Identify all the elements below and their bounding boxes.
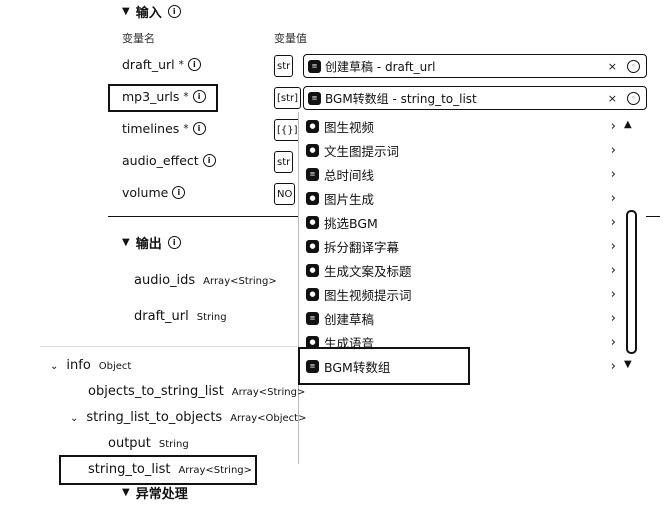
chevron-down-icon: ▼ bbox=[122, 487, 130, 498]
output-item-audio-ids: audio_ids Array<String> bbox=[134, 273, 277, 288]
info-icon: i bbox=[172, 186, 186, 199]
menu-item-total-timeline[interactable]: ≡ 总时间线 › bbox=[306, 164, 624, 184]
input-name-timelines: timelines * i bbox=[122, 121, 206, 136]
menu-item-image-to-video-prompt[interactable]: ● 图生视频提示词 › bbox=[306, 284, 624, 304]
chevron-right-icon: › bbox=[610, 262, 616, 278]
target-icon[interactable]: ◦ bbox=[627, 59, 640, 73]
node-logo-icon: ● bbox=[306, 143, 319, 157]
highlight-box-string-to-list bbox=[59, 455, 257, 485]
node-logo-icon: ≡ bbox=[308, 91, 321, 105]
menu-item-image-generation[interactable]: ● 图片生成 › bbox=[306, 188, 624, 208]
scrollbar-thumb[interactable] bbox=[626, 210, 637, 354]
chevron-right-icon: › bbox=[610, 358, 616, 374]
node-logo-icon: ● bbox=[306, 287, 319, 301]
type-select-audio-effect[interactable]: str bbox=[274, 151, 294, 173]
info-icon: i bbox=[202, 154, 216, 167]
node-logo-icon: ● bbox=[306, 239, 319, 253]
info-icon: i bbox=[167, 236, 181, 249]
highlight-box-bgm-to-array bbox=[298, 347, 470, 385]
column-header-value: 变量值 bbox=[274, 32, 307, 45]
panel-top-edge bbox=[40, 346, 298, 347]
info-icon: i bbox=[192, 122, 206, 135]
output-section-header[interactable]: ▼ 输出 i bbox=[122, 233, 181, 252]
column-header-name: 变量名 bbox=[122, 32, 155, 45]
code-logo-icon: ≡ bbox=[306, 167, 319, 181]
chevron-down-icon: ⌄ bbox=[50, 361, 59, 372]
node-logo-icon: ≡ bbox=[308, 59, 321, 73]
input-section-title: 输入 bbox=[135, 6, 162, 21]
node-logo-icon: ● bbox=[306, 191, 319, 205]
input-section-header[interactable]: ▼ 输入 i bbox=[122, 2, 181, 21]
type-select-mp3-urls[interactable]: [str] bbox=[274, 87, 302, 109]
section-divider bbox=[108, 216, 304, 217]
code-logo-icon: ≡ bbox=[306, 311, 319, 325]
info-icon: i bbox=[167, 5, 181, 18]
menu-item-pick-bgm[interactable]: ● 挑选BGM › bbox=[306, 212, 624, 232]
error-handling-section-header[interactable]: ▼ 异常处理 bbox=[122, 483, 188, 502]
type-select-timelines[interactable]: [{}] bbox=[274, 119, 301, 141]
type-select-draft-url[interactable]: str bbox=[274, 55, 294, 77]
input-name-volume: volume i bbox=[122, 185, 186, 200]
reference-field-draft-url[interactable]: ≡ 创建草稿 - draft_url × ◦ bbox=[303, 54, 647, 78]
node-logo-icon: ● bbox=[306, 119, 319, 133]
menu-item-create-draft[interactable]: ≡ 创建草稿 › bbox=[306, 308, 624, 328]
error-handling-title: 异常处理 bbox=[135, 487, 188, 502]
chevron-right-icon: › bbox=[610, 142, 616, 158]
chevron-right-icon: › bbox=[610, 214, 616, 230]
reference-field-mp3-urls[interactable]: ≡ BGM转数组 - string_to_list × ◦ bbox=[303, 86, 647, 110]
chevron-right-icon: › bbox=[610, 190, 616, 206]
menu-item-image-to-video[interactable]: ● 图生视频 › bbox=[306, 116, 624, 136]
chevron-right-icon: › bbox=[610, 166, 616, 182]
tree-node-output[interactable]: output String bbox=[108, 436, 189, 451]
target-icon[interactable]: ◦ bbox=[627, 91, 640, 105]
tree-node-objects-to-string-list[interactable]: objects_to_string_list Array<String> bbox=[88, 384, 305, 399]
type-select-volume[interactable]: NO bbox=[274, 183, 296, 205]
highlight-box-mp3-urls bbox=[108, 84, 218, 112]
node-logo-icon: ● bbox=[306, 263, 319, 277]
chevron-down-icon: ▼ bbox=[122, 237, 130, 248]
info-icon: i bbox=[187, 58, 201, 71]
tree-node-string-list-to-objects[interactable]: ⌄ string_list_to_objects Array<Object> bbox=[70, 410, 306, 425]
node-logo-icon: ● bbox=[306, 215, 319, 229]
chevron-down-icon: ▼ bbox=[122, 6, 130, 17]
menu-item-split-translate-subtitles[interactable]: ● 拆分翻译字幕 › bbox=[306, 236, 624, 256]
menu-item-generate-copy-and-title[interactable]: ● 生成文案及标题 › bbox=[306, 260, 624, 280]
input-name-draft-url: draft_url * i bbox=[122, 57, 201, 72]
scroll-up-icon[interactable]: ▲ bbox=[624, 119, 632, 130]
clear-icon[interactable]: × bbox=[608, 60, 617, 73]
input-name-audio-effect: audio_effect i bbox=[122, 153, 216, 168]
chevron-right-icon: › bbox=[610, 238, 616, 254]
chevron-right-icon: › bbox=[610, 286, 616, 302]
scroll-down-icon[interactable]: ▼ bbox=[624, 359, 632, 370]
tree-node-info[interactable]: ⌄ info Object bbox=[50, 358, 131, 373]
chevron-right-icon: › bbox=[610, 118, 616, 134]
output-section-title: 输出 bbox=[135, 237, 162, 252]
chevron-right-icon: › bbox=[610, 334, 616, 350]
output-item-draft-url: draft_url String bbox=[134, 309, 227, 324]
clear-icon[interactable]: × bbox=[608, 92, 617, 105]
chevron-down-icon: ⌄ bbox=[70, 413, 79, 424]
menu-item-text-to-image-prompt[interactable]: ● 文生图提示词 › bbox=[306, 140, 624, 160]
chevron-right-icon: › bbox=[610, 310, 616, 326]
